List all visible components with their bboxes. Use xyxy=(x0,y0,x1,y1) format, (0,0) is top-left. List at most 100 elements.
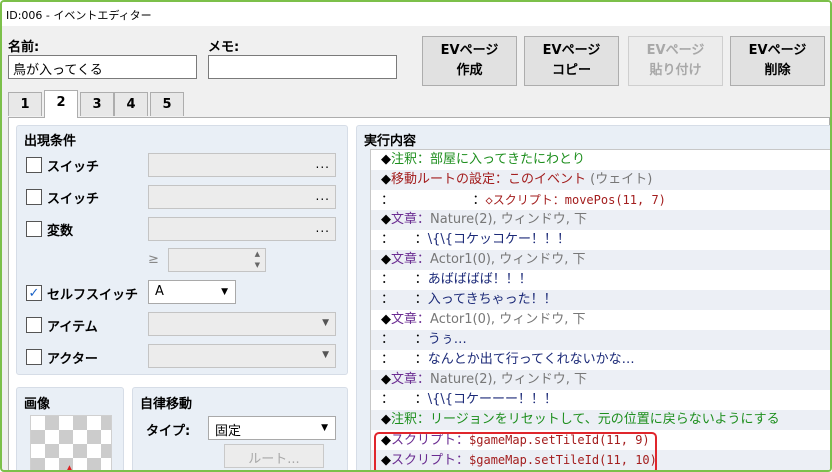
command-row[interactable]: ◆文章：Actor1(0), ウィンドウ, 下 xyxy=(371,310,830,330)
self-switch-select[interactable]: A ▼ xyxy=(148,280,236,304)
switch2-field[interactable]: ... xyxy=(148,185,336,209)
command-row[interactable]: ： ：\{\{コケッコケー！！！ xyxy=(371,230,830,250)
variable-checkbox[interactable]: 変数 xyxy=(26,219,73,239)
name-field[interactable]: 鳥が入ってくる xyxy=(8,55,197,79)
command-argument: ◇スクリプト：movePos(11, 7) xyxy=(485,193,666,207)
indent: ： xyxy=(394,193,486,208)
diamond-icon: ◆ xyxy=(381,412,391,427)
command-row[interactable]: ： ：\{\{コケーーー！！！ xyxy=(371,390,830,410)
separator: ： xyxy=(495,172,509,187)
command-name: 文章 xyxy=(391,372,418,387)
separator: ： xyxy=(381,352,395,367)
image-title: 画像 xyxy=(24,397,51,412)
command-name: 文章 xyxy=(391,252,418,267)
separator: ： xyxy=(417,372,431,387)
diamond-icon: ◆ xyxy=(381,152,391,167)
diamond-icon: ◆ xyxy=(381,372,391,387)
item-checkbox[interactable]: アイテム xyxy=(26,315,98,335)
actor-checkbox[interactable]: アクター xyxy=(26,347,98,367)
tab-page-5[interactable]: 5 xyxy=(150,92,184,116)
tab-page-2[interactable]: 2 xyxy=(44,90,78,118)
route-button[interactable]: ルート... xyxy=(224,444,324,468)
copy-page-button[interactable]: EVページ コピー xyxy=(524,36,619,86)
command-argument: Actor1(0), ウィンドウ, 下 xyxy=(430,252,586,267)
command-name: 文章 xyxy=(391,312,418,327)
self-switch-checkbox[interactable]: ✓ セルフスイッチ xyxy=(26,283,138,303)
delete-page-button[interactable]: EVページ 削除 xyxy=(730,36,825,86)
separator: ： xyxy=(417,152,431,167)
checkbox-icon xyxy=(26,157,42,173)
memo-field[interactable] xyxy=(208,55,397,79)
switch1-checkbox[interactable]: スイッチ xyxy=(26,155,99,175)
tab-page-4[interactable]: 4 xyxy=(114,92,148,116)
spin-down-icon[interactable]: ▼ xyxy=(255,261,260,269)
command-argument: \{\{コケーーー！！！ xyxy=(427,392,557,407)
checkbox-icon xyxy=(26,189,42,205)
command-argument: \{\{コケッコケー！！！ xyxy=(427,232,570,247)
tab-page-3[interactable]: 3 xyxy=(80,92,114,116)
tab-page-1[interactable]: 1 xyxy=(8,92,42,116)
separator: ： xyxy=(381,332,395,347)
command-name: 文章 xyxy=(391,212,418,227)
highlight-box xyxy=(374,432,657,470)
variable-operator: ≥ xyxy=(148,252,159,267)
separator: ： xyxy=(417,412,431,427)
diamond-icon: ◆ xyxy=(381,172,391,187)
command-extra: (ウェイト) xyxy=(586,172,653,187)
command-row[interactable]: ◆注釈：リージョンをリセットして、元の位置に戻らないようにする xyxy=(371,410,830,430)
chevron-down-icon: ▼ xyxy=(321,423,328,433)
switch1-field[interactable]: ... xyxy=(148,153,336,177)
indent: ： xyxy=(394,292,428,307)
paste-page-button[interactable]: EVページ 貼り付け xyxy=(628,36,723,86)
checkbox-icon xyxy=(26,349,42,365)
command-row[interactable]: ◆注釈：部屋に入ってきたにわとり xyxy=(371,150,830,170)
command-row[interactable]: ： ：あばばばば！！！ xyxy=(371,270,830,290)
indent: ： xyxy=(394,332,428,347)
memo-label: メモ: xyxy=(208,40,240,55)
command-name: 注釈 xyxy=(391,152,418,167)
variable-value-spinner[interactable]: ▲ ▼ xyxy=(168,248,266,272)
type-label: タイプ: xyxy=(146,424,191,439)
command-list[interactable]: ◆注釈：部屋に入ってきたにわとり ◆移動ルートの設定：このイベント (ウェイト)：… xyxy=(370,149,830,470)
command-row[interactable]: ◆文章：Nature(2), ウィンドウ, 下 xyxy=(371,370,830,390)
conditions-title: 出現条件 xyxy=(24,134,77,149)
autonomous-title: 自律移動 xyxy=(140,397,193,412)
indent: ： xyxy=(394,392,428,407)
indent: ： xyxy=(394,272,428,287)
command-argument: あばばばば！！！ xyxy=(427,272,532,287)
separator: ： xyxy=(417,252,431,267)
indent: ： xyxy=(394,352,428,367)
separator: ： xyxy=(381,193,395,208)
command-row[interactable]: ◆移動ルートの設定：このイベント (ウェイト) xyxy=(371,170,830,190)
command-row[interactable]: ◆文章：Nature(2), ウィンドウ, 下 xyxy=(371,210,830,230)
command-argument: Nature(2), ウィンドウ, 下 xyxy=(430,212,588,227)
separator: ： xyxy=(381,292,395,307)
command-argument: 部屋に入ってきたにわとり xyxy=(430,152,585,167)
item-select[interactable]: ▼ xyxy=(148,312,336,336)
command-argument: Actor1(0), ウィンドウ, 下 xyxy=(430,312,586,327)
switch2-checkbox[interactable]: スイッチ xyxy=(26,187,99,207)
actor-select[interactable]: ▼ xyxy=(148,344,336,368)
command-row[interactable]: ： ：なんとか出て行ってくれないかな… xyxy=(371,350,830,370)
movement-type-select[interactable]: 固定 ▼ xyxy=(208,416,336,440)
command-row[interactable]: ： ：◇スクリプト：movePos(11, 7) xyxy=(371,190,830,210)
separator: ： xyxy=(417,212,431,227)
diamond-icon: ◆ xyxy=(381,212,391,227)
create-page-button[interactable]: EVページ 作成 xyxy=(422,36,517,86)
name-label: 名前: xyxy=(8,40,40,55)
command-name: 移動ルートの設定 xyxy=(391,172,496,187)
command-row[interactable]: ： ：入ってきちゃった！！ xyxy=(371,290,830,310)
checkbox-icon xyxy=(26,317,42,333)
spin-up-icon[interactable]: ▲ xyxy=(255,250,260,258)
checkmark-icon: ✓ xyxy=(26,285,42,301)
separator: ： xyxy=(417,312,431,327)
command-argument: うぅ… xyxy=(427,332,467,347)
command-argument: このイベント xyxy=(508,172,587,187)
chevron-down-icon: ▼ xyxy=(322,318,329,328)
separator: ： xyxy=(381,272,395,287)
command-row[interactable]: ： ：うぅ… xyxy=(371,330,830,350)
variable-field[interactable]: ... xyxy=(148,217,336,241)
sprite-marker-icon: ▲ xyxy=(66,464,73,472)
command-row[interactable]: ◆文章：Actor1(0), ウィンドウ, 下 xyxy=(371,250,830,270)
indent: ： xyxy=(394,232,428,247)
